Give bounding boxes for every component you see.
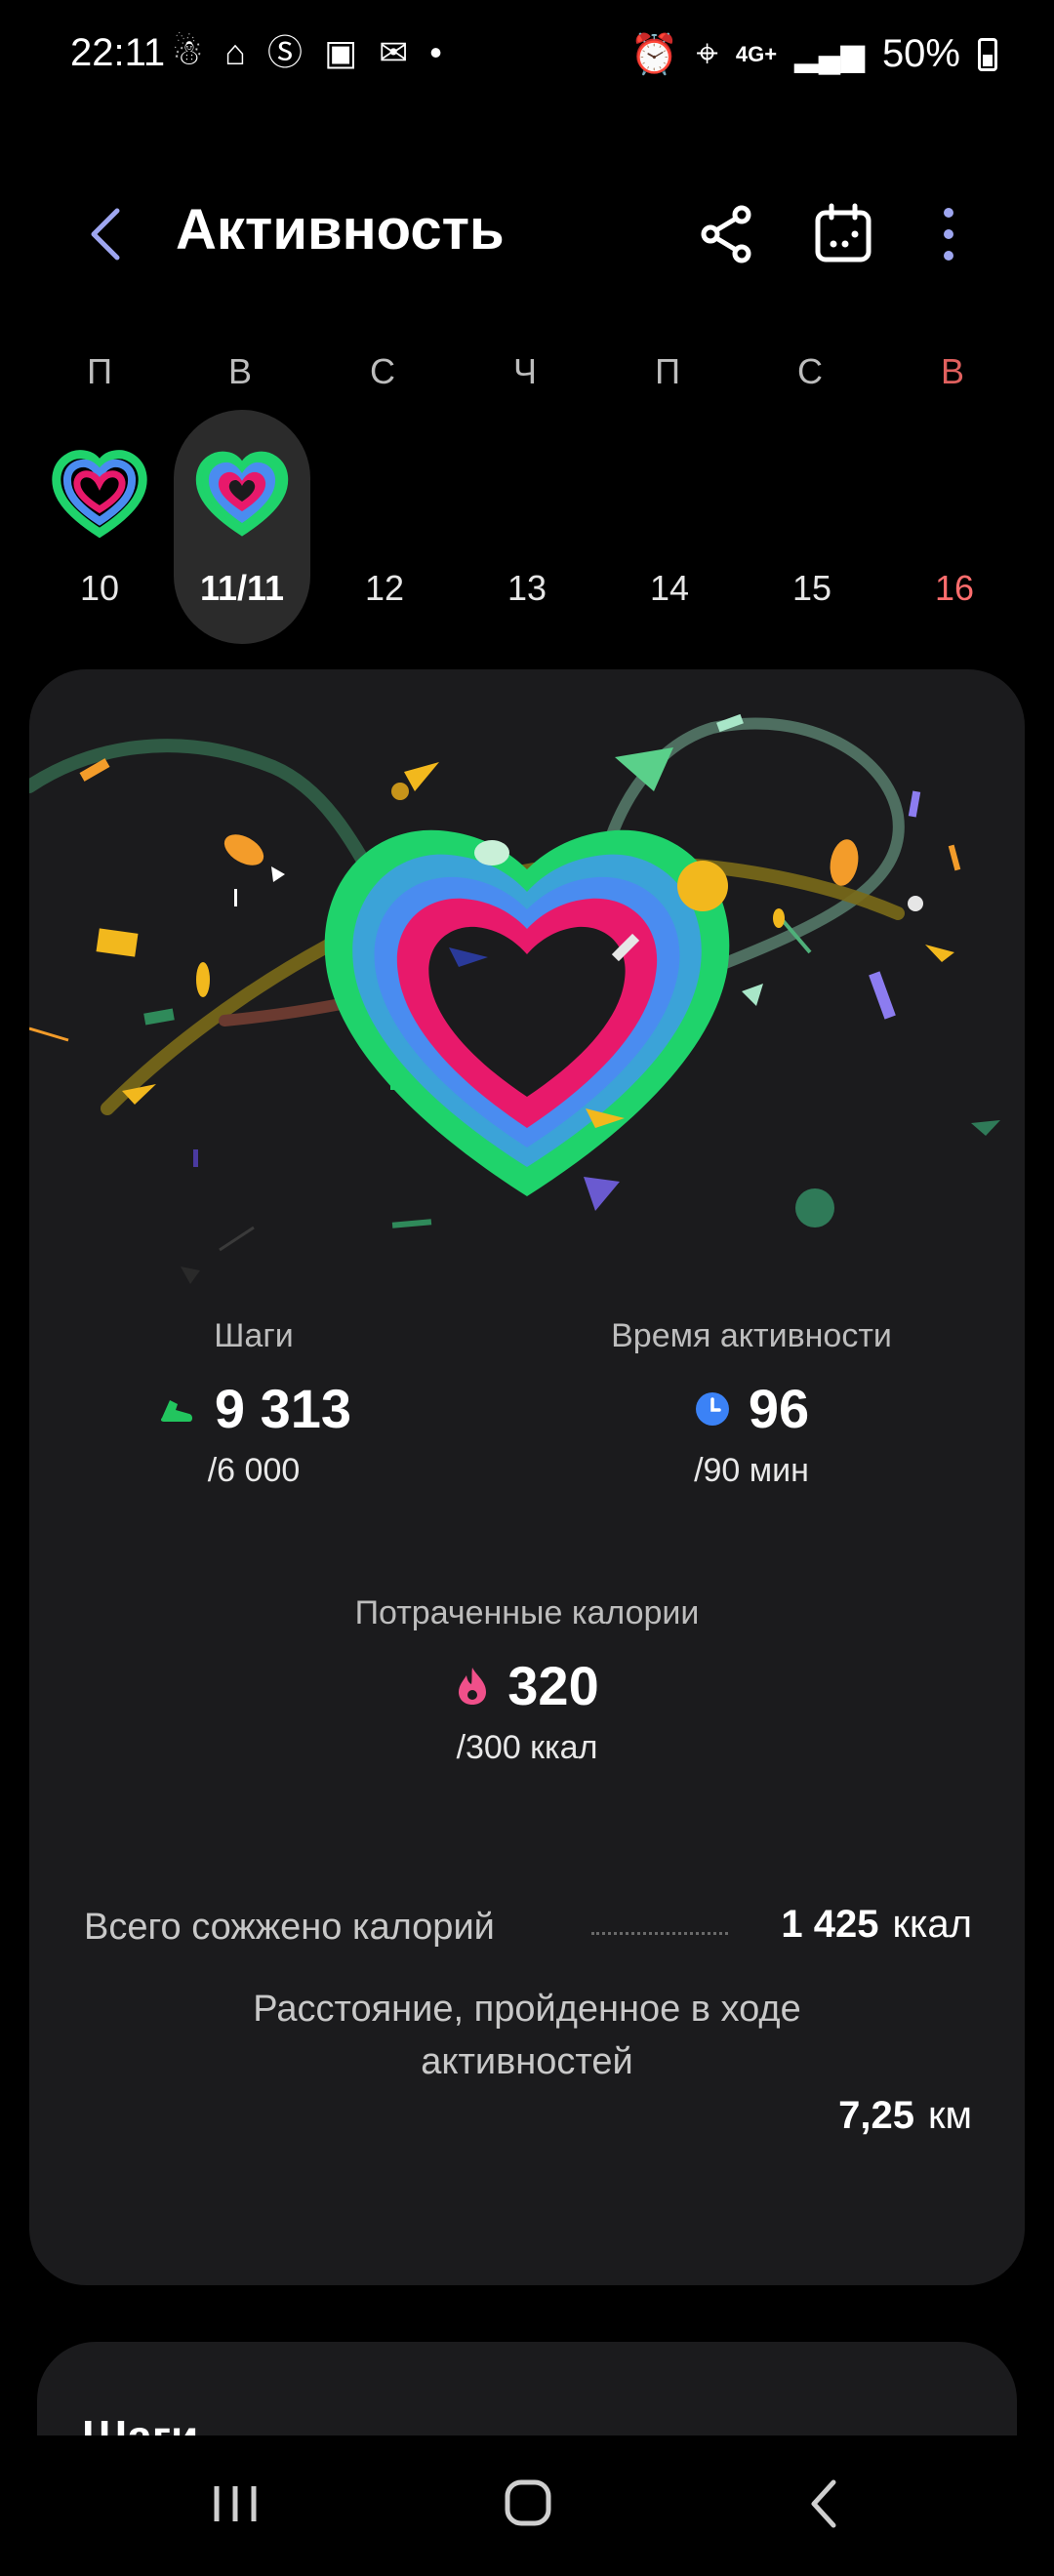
page-title: Активность — [176, 198, 505, 262]
distance-value: 7,25 км — [838, 2094, 972, 2138]
home-icon: ⌂ — [224, 32, 247, 72]
home-button-icon[interactable] — [494, 2475, 562, 2533]
day-number: 16 — [934, 568, 975, 608]
snowman-icon: ☃ — [172, 32, 204, 72]
calories-label: Потраченные калории — [354, 1594, 700, 1631]
total-burned-number: 1 425 — [781, 1903, 879, 1946]
total-burned-value: 1 425 ккал — [781, 1903, 972, 1947]
weekday-label: С — [370, 351, 395, 391]
calendar-icon[interactable] — [810, 201, 876, 267]
network-type: 4G+ — [735, 41, 778, 66]
steps-label: Шаги — [214, 1317, 294, 1354]
activity-ring-icon — [195, 451, 289, 537]
day-number: 11/11 — [199, 568, 285, 608]
day-number: 12 — [364, 568, 405, 608]
active-time-stat[interactable]: Время активности 96 /90 мин — [556, 1317, 947, 1490]
celebration-heart-illustration — [29, 713, 1000, 1284]
alarm-icon: ⏰ — [629, 33, 679, 76]
share-icon[interactable] — [693, 201, 759, 267]
day-item[interactable]: 15 — [744, 410, 880, 644]
distance-unit: км — [928, 2094, 972, 2137]
day-number: 10 — [79, 568, 120, 608]
battery-percent: 50% — [881, 32, 960, 75]
weekday-label: С — [797, 351, 823, 391]
back-button-icon[interactable] — [790, 2475, 859, 2533]
distance-label: Расстояние, пройденное в ходе активносте… — [253, 1989, 801, 2082]
clock-icon — [695, 1391, 729, 1426]
battery-icon — [978, 37, 997, 71]
activity-summary-card: Шаги 9 313 /6 000 Время активности 96 /9… — [29, 669, 1025, 2285]
steps-goal: /6 000 — [207, 1452, 301, 1489]
flame-icon — [459, 1667, 487, 1705]
status-bar: 22:11 ☃ ⌂ Ⓢ ▣ ✉ • ⏰ ⌖ 4G+ ▂▄▆ 50% — [0, 0, 1054, 107]
active-time-value: 96 — [748, 1378, 810, 1439]
mail-icon: ✉ — [379, 32, 409, 72]
day-item-selected[interactable]: 11/11 — [174, 410, 310, 644]
shoe-icon — [160, 1399, 192, 1422]
steps-value-row: 9 313 — [88, 1377, 420, 1440]
calories-value-row: 320 — [303, 1654, 751, 1717]
weekday-label: П — [655, 351, 680, 391]
signal-icon: ▂▄▆ — [794, 36, 865, 72]
active-time-label: Время активности — [611, 1317, 892, 1354]
app-header: Активность — [0, 176, 1054, 293]
activity-ring-icon — [52, 450, 147, 539]
day-item[interactable]: 13 — [459, 410, 595, 644]
calories-value: 320 — [507, 1655, 599, 1716]
steps-value: 9 313 — [214, 1378, 352, 1439]
more-icon[interactable] — [915, 201, 982, 267]
status-right: ⏰ ⌖ 4G+ ▂▄▆ 50% — [629, 31, 997, 77]
system-nav-bar — [0, 2435, 1054, 2576]
calories-goal: /300 ккал — [456, 1729, 598, 1766]
status-time: 22:11 — [70, 31, 166, 74]
app-s-icon: Ⓢ — [267, 32, 304, 72]
notification-icons: ☃ ⌂ Ⓢ ▣ ✉ • — [172, 33, 442, 72]
day-number: 13 — [507, 568, 547, 608]
total-burned-row: Всего сожжено калорий 1 425 ккал — [84, 1901, 972, 1959]
location-icon: ⌖ — [696, 32, 718, 75]
weekday-label-sunday: В — [940, 351, 964, 391]
day-item[interactable]: 14 — [601, 410, 738, 644]
day-item[interactable]: 12 — [316, 410, 453, 644]
calories-stat[interactable]: Потраченные калории 320 /300 ккал — [303, 1594, 751, 1767]
active-time-value-row: 96 — [556, 1377, 947, 1440]
weekday-label: В — [227, 351, 252, 391]
active-time-goal: /90 мин — [694, 1452, 809, 1489]
dotted-leader — [591, 1932, 728, 1935]
distance-number: 7,25 — [838, 2094, 914, 2137]
day-number: 14 — [649, 568, 690, 608]
day-item[interactable]: 10 — [31, 410, 168, 644]
recent-apps-icon[interactable] — [201, 2475, 269, 2533]
day-item[interactable]: 16 — [886, 410, 1023, 644]
weekday-label: П — [87, 351, 112, 391]
steps-stat[interactable]: Шаги 9 313 /6 000 — [88, 1317, 420, 1490]
day-number: 15 — [791, 568, 832, 608]
total-burned-label: Всего сожжено калорий — [84, 1907, 495, 1948]
gallery-icon: ▣ — [324, 32, 358, 72]
total-burned-unit: ккал — [892, 1903, 972, 1946]
weekday-row: П В С Ч П С В — [0, 351, 1054, 400]
weekday-label: Ч — [513, 351, 537, 391]
back-arrow-icon[interactable] — [78, 205, 133, 263]
date-strip: 10 11/11 12 13 14 15 16 — [0, 410, 1054, 654]
dot-icon: • — [429, 32, 442, 72]
